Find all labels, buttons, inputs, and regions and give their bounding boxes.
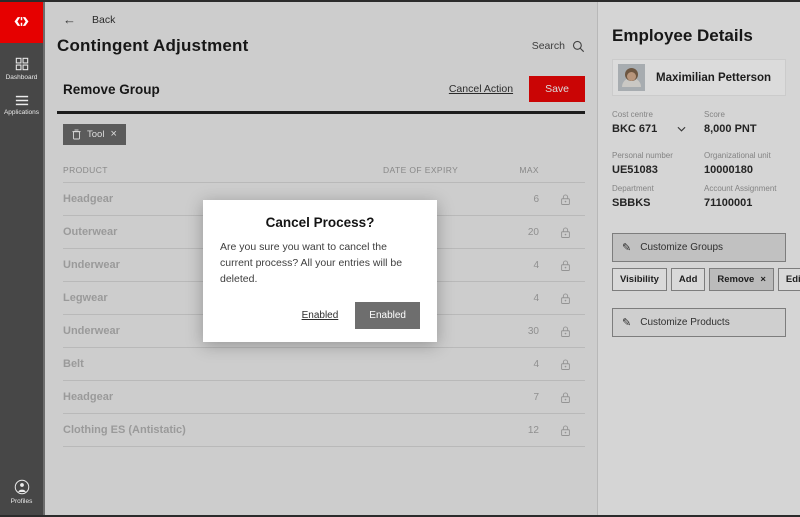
dialog-title: Cancel Process? bbox=[220, 215, 420, 230]
dialog-secondary-button[interactable]: Enabled bbox=[302, 310, 339, 321]
dashboard-grid-icon bbox=[15, 57, 29, 71]
sbb-double-arrow-icon bbox=[12, 17, 31, 26]
sidebar-item-label: Dashboard bbox=[6, 74, 38, 81]
dialog-message: Are you sure you want to cancel the curr… bbox=[220, 240, 420, 287]
window-top-edge bbox=[0, 0, 800, 2]
profile-circle-icon bbox=[14, 479, 30, 495]
app-window: Dashboard Applications Profiles ← Back C… bbox=[0, 0, 800, 517]
dialog-primary-button[interactable]: Enabled bbox=[355, 302, 420, 329]
sidebar-item-label: Applications bbox=[4, 109, 39, 116]
sidebar: Dashboard Applications Profiles bbox=[0, 0, 43, 517]
sidebar-item-label: Profiles bbox=[11, 498, 33, 505]
sbb-logo[interactable] bbox=[0, 0, 43, 43]
sidebar-item-dashboard[interactable]: Dashboard bbox=[0, 57, 43, 81]
sidebar-item-applications[interactable]: Applications bbox=[0, 95, 43, 116]
sidebar-item-profiles[interactable]: Profiles bbox=[0, 479, 43, 505]
cancel-process-dialog: Cancel Process? Are you sure you want to… bbox=[203, 200, 437, 342]
menu-icon bbox=[15, 95, 29, 106]
